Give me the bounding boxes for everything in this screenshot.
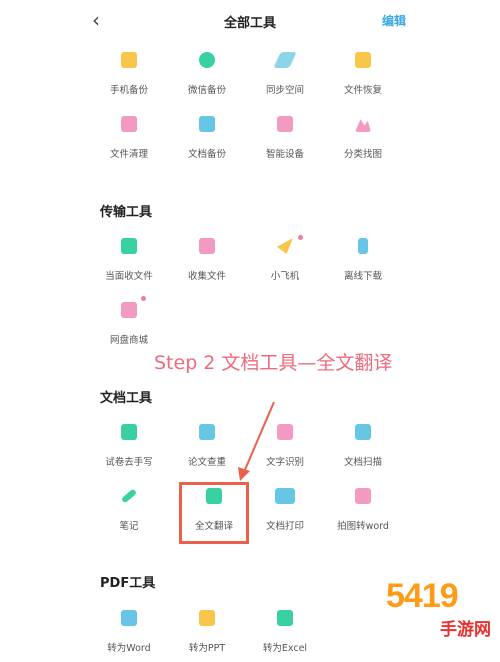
pencil-icon (120, 488, 138, 504)
tool-label: 转为Excel (262, 643, 308, 654)
download-icon (358, 238, 368, 254)
tool-collect-files[interactable]: 收集文件 (168, 238, 246, 290)
watermark-text: 手游网 (440, 620, 491, 640)
tool-label: 离线下载 (343, 271, 382, 282)
tool-label: 智能设备 (265, 149, 304, 160)
photo-sort-icon (355, 119, 371, 132)
tool-label: 转为Word (107, 643, 151, 654)
tool-sync-space[interactable]: 同步空间 (246, 52, 324, 104)
tool-label: 文字识别 (265, 457, 304, 468)
tool-label: 文档打印 (265, 521, 304, 532)
tool-remove-handwriting[interactable]: 试卷去手写 (90, 424, 168, 476)
ppt-icon (199, 610, 215, 626)
tool-phone-backup[interactable]: 手机备份 (90, 52, 168, 104)
smart-device-icon (277, 116, 293, 132)
tool-label: 微信备份 (187, 85, 226, 96)
section-title-pdf: PDF工具 (100, 576, 156, 591)
tool-to-excel[interactable]: 转为Excel (246, 610, 324, 662)
tool-label: 笔记 (119, 521, 139, 532)
phone-backup-icon (121, 52, 137, 68)
tool-photo-to-word[interactable]: 拍图转word (324, 488, 402, 540)
scan-icon (355, 424, 371, 440)
tool-plagiarism-check[interactable]: 论文查重 (168, 424, 246, 476)
tool-label: 试卷去手写 (105, 457, 153, 468)
notification-dot (141, 296, 146, 301)
tool-label: 文件清理 (109, 149, 148, 160)
tool-label: 小飞机 (270, 271, 300, 282)
notification-dot (298, 235, 303, 240)
paper-plane-icon (277, 238, 293, 254)
exam-icon (121, 424, 137, 440)
tool-netdisk-mall[interactable]: 网盘商城 (90, 296, 168, 354)
section-title-docs: 文档工具 (100, 391, 153, 406)
tool-label: 文档扫描 (343, 457, 382, 468)
printer-icon (275, 488, 295, 504)
edit-button[interactable]: 编辑 (382, 12, 406, 29)
tool-label: 当面收文件 (105, 271, 153, 282)
page-title: 全部工具 (223, 16, 276, 31)
tool-photo-sort[interactable]: 分类找图 (324, 116, 402, 168)
file-recovery-icon (355, 52, 371, 68)
tool-face-receive[interactable]: 当面收文件 (90, 238, 168, 290)
ocr-icon (277, 424, 293, 440)
section-title-transfer: 传输工具 (100, 205, 153, 220)
tool-label: 手机备份 (109, 85, 148, 96)
tool-doc-scan[interactable]: 文档扫描 (324, 424, 402, 476)
tool-label: 分类找图 (343, 149, 382, 160)
excel-icon (277, 610, 293, 626)
tool-wechat-backup[interactable]: 微信备份 (168, 52, 246, 104)
tool-label: 文档备份 (187, 149, 226, 160)
doc-backup-icon (199, 116, 215, 132)
tool-label: 转为PPT (188, 643, 226, 654)
tool-offline-download[interactable]: 离线下载 (324, 238, 402, 290)
tool-label: 收集文件 (187, 271, 226, 282)
tool-to-word[interactable]: 转为Word (90, 610, 168, 662)
tool-text-recognition[interactable]: 文字识别 (246, 424, 324, 476)
tool-smart-device[interactable]: 智能设备 (246, 116, 324, 168)
word-icon (121, 610, 137, 626)
tool-label: 同步空间 (265, 85, 304, 96)
word-icon (355, 488, 371, 504)
top-bar: ‹ 全部工具 编辑 (0, 0, 500, 44)
tool-label: 网盘商城 (109, 335, 148, 346)
highlight-box (179, 482, 249, 544)
sync-space-icon (273, 52, 297, 68)
wechat-backup-icon (199, 52, 215, 68)
tool-to-ppt[interactable]: 转为PPT (168, 610, 246, 662)
tool-label: 论文查重 (187, 457, 226, 468)
tool-file-recovery[interactable]: 文件恢复 (324, 52, 402, 104)
face-receive-icon (121, 238, 137, 254)
tool-notes[interactable]: 笔记 (90, 488, 168, 540)
tool-file-cleanup[interactable]: 文件清理 (90, 116, 168, 168)
folder-icon (199, 238, 215, 254)
tool-label: 拍图转word (337, 521, 389, 532)
file-cleanup-icon (121, 116, 137, 132)
plagiarism-icon (199, 424, 215, 440)
tool-doc-print[interactable]: 文档打印 (246, 488, 324, 540)
mall-icon (121, 302, 137, 318)
step-annotation: Step 2 文档工具—全文翻译 (154, 352, 393, 374)
watermark-logo: 5419 手游网 (384, 575, 500, 656)
tool-label: 文件恢复 (343, 85, 382, 96)
tool-doc-backup[interactable]: 文档备份 (168, 116, 246, 168)
tool-paper-plane[interactable]: 小飞机 (246, 235, 324, 290)
watermark-number: 5419 (386, 577, 459, 615)
